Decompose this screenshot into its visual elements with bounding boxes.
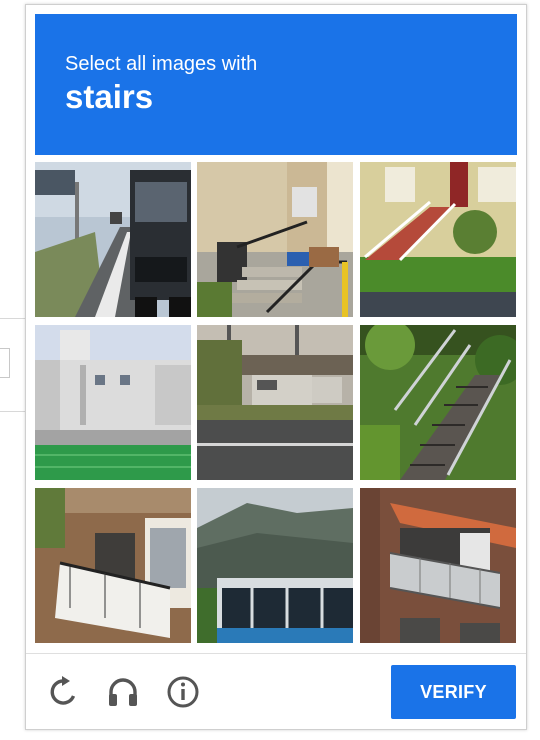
verify-button[interactable]: VERIFY xyxy=(391,665,516,719)
image-tile-2[interactable] xyxy=(197,162,353,317)
info-icon[interactable] xyxy=(166,675,200,709)
footer-divider xyxy=(26,653,526,654)
image-tile-1[interactable] xyxy=(35,162,191,317)
captcha-popup: Select all images with stairs VERIFY xyxy=(25,4,527,730)
anchor-arrow xyxy=(0,348,10,378)
image-tile-6[interactable] xyxy=(360,325,516,480)
image-tile-9[interactable] xyxy=(360,488,516,643)
image-tile-5[interactable] xyxy=(197,325,353,480)
target-word: stairs xyxy=(65,78,154,115)
reload-icon[interactable] xyxy=(46,675,80,709)
image-tile-8[interactable] xyxy=(197,488,353,643)
image-tile-3[interactable] xyxy=(360,162,516,317)
instruction-text: Select all images with xyxy=(65,53,258,75)
image-grid xyxy=(35,162,519,646)
image-tile-7[interactable] xyxy=(35,488,191,643)
challenge-header: Select all images with stairs xyxy=(35,14,517,155)
headphones-icon[interactable] xyxy=(106,675,140,709)
image-tile-4[interactable] xyxy=(35,325,191,480)
